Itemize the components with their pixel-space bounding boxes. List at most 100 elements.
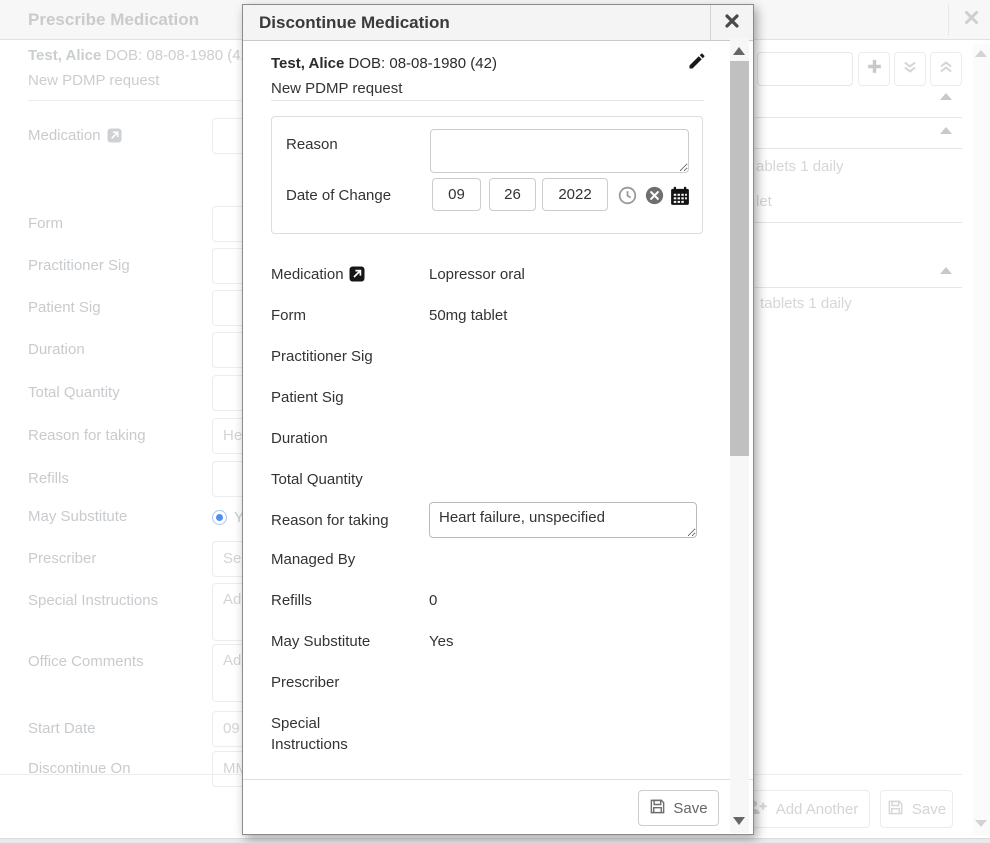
save-floppy-icon bbox=[649, 798, 666, 819]
page-scrollbar[interactable] bbox=[973, 44, 990, 835]
dimmed-text-fragment: ablets 1 daily bbox=[756, 158, 844, 175]
expand-all-button[interactable] bbox=[894, 52, 926, 86]
field-label: Medication bbox=[271, 264, 389, 285]
modal-field-row: Practitioner Sig bbox=[271, 346, 711, 367]
scroll-down-icon[interactable] bbox=[975, 820, 987, 827]
clear-date-icon[interactable] bbox=[645, 186, 664, 205]
modal-field-row: Medication Lopressor oral bbox=[271, 264, 711, 285]
field-value: Yes bbox=[429, 631, 453, 652]
add-another-button[interactable]: Add Another bbox=[735, 790, 870, 828]
reason-for-taking-textarea[interactable] bbox=[429, 502, 697, 538]
save-label: Save bbox=[673, 800, 707, 817]
modal-save-button[interactable]: Save bbox=[638, 790, 719, 826]
field-label: Reason for taking bbox=[271, 510, 389, 538]
medication-search-input[interactable] bbox=[757, 52, 853, 86]
field-label: Special Instructions bbox=[271, 713, 351, 755]
close-icon bbox=[725, 14, 739, 33]
field-label: Patient Sig bbox=[28, 299, 101, 316]
date-year-input[interactable] bbox=[542, 178, 608, 211]
modal-header: Discontinue Medication bbox=[243, 5, 753, 41]
divider bbox=[755, 222, 962, 223]
modal-patient-summary: Test, Alice DOB: 08-08-1980 (42) bbox=[271, 55, 497, 72]
divider bbox=[755, 148, 962, 149]
modal-scrollbar[interactable] bbox=[730, 38, 749, 833]
field-label: Refills bbox=[28, 470, 69, 487]
dimmed-text-fragment: let bbox=[756, 193, 772, 210]
collapse-section-icon[interactable] bbox=[940, 93, 952, 100]
field-value: 0 bbox=[429, 590, 437, 611]
modal-field-row: Patient Sig bbox=[271, 387, 711, 408]
modal-field-row: Form 50mg tablet bbox=[271, 305, 711, 326]
scroll-up-icon[interactable] bbox=[975, 50, 987, 57]
field-value: 50mg tablet bbox=[429, 305, 507, 326]
modal-title: Discontinue Medication bbox=[259, 13, 450, 33]
field-label: Prescriber bbox=[271, 672, 389, 693]
save-label: Save bbox=[912, 801, 946, 818]
radio-selected-icon[interactable] bbox=[212, 510, 227, 525]
clock-icon[interactable] bbox=[618, 186, 637, 205]
date-month-input[interactable] bbox=[432, 178, 481, 211]
field-label: Refills bbox=[271, 590, 389, 611]
field-label: Managed By bbox=[271, 549, 389, 570]
patient-summary: Test, Alice DOB: 08-08-1980 (42 bbox=[28, 47, 249, 64]
plus-icon bbox=[866, 58, 883, 80]
field-label: Practitioner Sig bbox=[271, 346, 389, 367]
field-value: Lopressor oral bbox=[429, 264, 525, 285]
may-substitute-radio[interactable]: Y bbox=[212, 509, 244, 526]
field-label: Start Date bbox=[28, 720, 96, 737]
patient-name: Test, Alice bbox=[271, 55, 344, 72]
dimmed-text-fragment: tablets 1 daily bbox=[760, 295, 852, 312]
modal-field-row: Prescriber bbox=[271, 672, 711, 693]
close-icon bbox=[964, 10, 979, 30]
field-label: Prescriber bbox=[28, 550, 96, 567]
date-of-change-label: Date of Change bbox=[286, 187, 391, 204]
collapse-section-icon[interactable] bbox=[940, 267, 952, 274]
field-label: Medication bbox=[28, 127, 122, 144]
page-save-button[interactable]: Save bbox=[880, 790, 953, 828]
field-label: Patient Sig bbox=[271, 387, 389, 408]
field-label: Total Quantity bbox=[28, 384, 120, 401]
external-link-icon bbox=[107, 128, 122, 143]
page-close-button[interactable] bbox=[957, 7, 985, 33]
field-label: Reason for taking bbox=[28, 427, 146, 444]
patient-dob: DOB: 08-08-1980 (42) bbox=[349, 55, 497, 72]
add-another-label: Add Another bbox=[776, 801, 859, 818]
field-label: Duration bbox=[271, 428, 389, 449]
edit-pencil-icon[interactable] bbox=[687, 51, 709, 73]
modal-field-row: Refills 0 bbox=[271, 590, 711, 611]
field-label: Total Quantity bbox=[271, 469, 389, 490]
double-chevron-down-icon bbox=[902, 59, 918, 80]
modal-field-row: May Substitute Yes bbox=[271, 631, 711, 652]
field-label: Special Instructions bbox=[28, 592, 158, 609]
collapse-section-icon[interactable] bbox=[940, 127, 952, 134]
reason-textarea[interactable] bbox=[430, 129, 689, 173]
field-label: Duration bbox=[28, 341, 85, 358]
modal-field-row: Reason for taking bbox=[271, 510, 711, 538]
modal-close-button[interactable] bbox=[710, 5, 753, 41]
scroll-down-icon[interactable] bbox=[733, 817, 745, 825]
field-label: Form bbox=[271, 305, 389, 326]
bottom-bar bbox=[0, 838, 990, 843]
modal-footer: Save bbox=[243, 779, 753, 834]
calendar-icon[interactable] bbox=[670, 186, 689, 205]
patient-dob: DOB: 08-08-1980 (42 bbox=[106, 47, 249, 64]
header-divider bbox=[948, 5, 949, 35]
pdmp-request-text: New PDMP request bbox=[271, 80, 402, 97]
add-button[interactable] bbox=[858, 52, 890, 86]
field-label: Practitioner Sig bbox=[28, 257, 130, 274]
medication-details: Medication Lopressor oral Form 50mg tabl… bbox=[271, 264, 711, 816]
reason-date-panel: Reason Date of Change bbox=[271, 116, 703, 234]
scroll-up-icon[interactable] bbox=[733, 47, 745, 55]
collapse-all-button[interactable] bbox=[930, 52, 962, 86]
scrollbar-thumb[interactable] bbox=[730, 61, 749, 456]
divider bbox=[271, 100, 704, 101]
field-label: May Substitute bbox=[271, 631, 389, 652]
field-label: Office Comments bbox=[28, 653, 144, 670]
page-title: Prescribe Medication bbox=[28, 10, 199, 30]
modal-field-row: Total Quantity bbox=[271, 469, 711, 490]
external-link-icon[interactable] bbox=[349, 266, 365, 282]
pdmp-request-text: New PDMP request bbox=[28, 72, 159, 89]
save-floppy-icon bbox=[887, 799, 904, 820]
date-day-input[interactable] bbox=[489, 178, 536, 211]
field-label: Form bbox=[28, 215, 63, 232]
